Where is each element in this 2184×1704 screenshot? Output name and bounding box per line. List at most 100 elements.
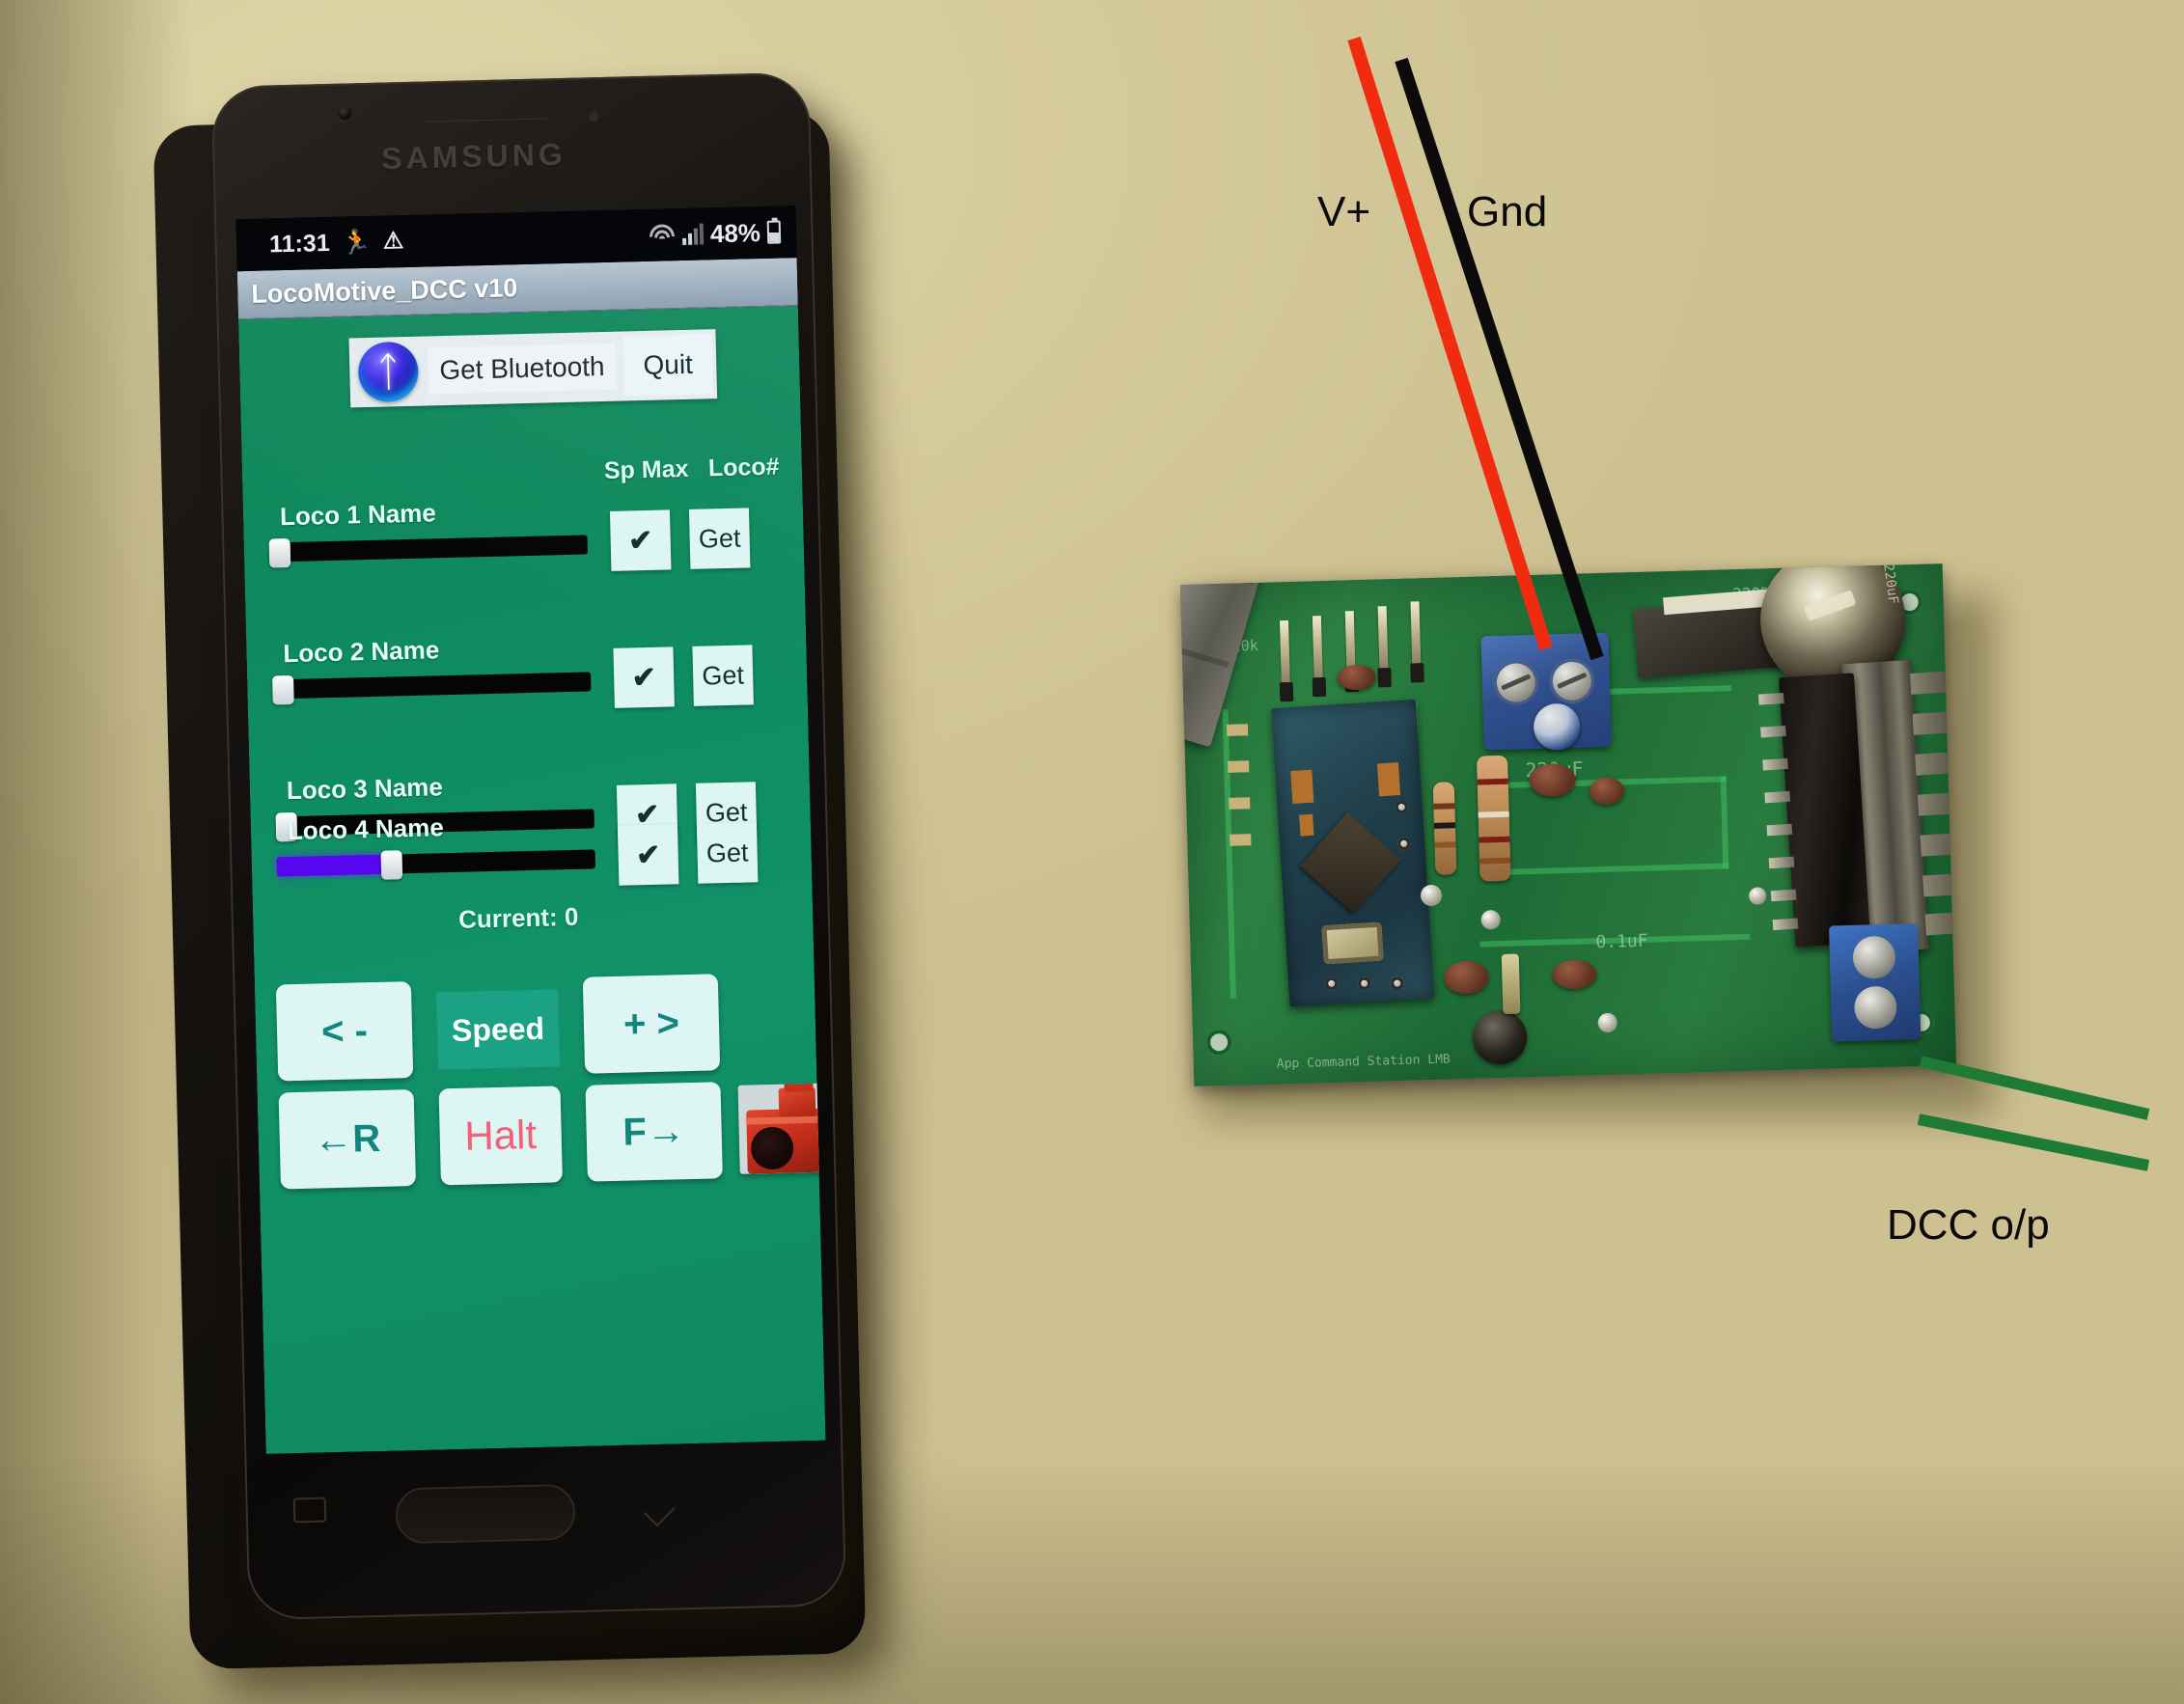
- app-content: ᛏ Get Bluetooth Quit Sp Max Loco# Loco 1…: [237, 306, 826, 1454]
- loco-1-label: Loco 1 Name: [279, 498, 437, 532]
- column-headers: Sp Max Loco#: [242, 453, 802, 484]
- loco-2-check-button[interactable]: ✔: [613, 646, 675, 708]
- resistor: [1432, 782, 1457, 875]
- header-pin: [1312, 616, 1323, 678]
- reverse-button[interactable]: ←R: [278, 1089, 416, 1190]
- solder-joint: [1420, 884, 1443, 907]
- pcb-substrate: 10k 220uF 0.1uF App Command Station LMB …: [1179, 563, 1957, 1086]
- home-button[interactable]: [395, 1483, 576, 1545]
- loco-row-2: Loco 2 Name ✔ Get: [246, 626, 806, 708]
- loco-4-speed-slider[interactable]: [276, 845, 596, 880]
- microcontroller-chip: [1300, 812, 1401, 914]
- header-block: [1377, 668, 1392, 688]
- solder-joint: [1597, 1012, 1618, 1033]
- halt-button[interactable]: Halt: [438, 1086, 563, 1186]
- bluetooth-toolbar: ᛏ Get Bluetooth Quit: [348, 329, 717, 408]
- solder-pad: [1230, 834, 1252, 846]
- header-block: [1410, 663, 1424, 683]
- dcc-output-terminal-block: [1829, 922, 1921, 1042]
- loco-4-check-button[interactable]: ✔: [617, 824, 679, 886]
- module-pin: [1357, 976, 1371, 991]
- loco-1-speed-slider[interactable]: [268, 531, 589, 568]
- slider-thumb[interactable]: [268, 538, 291, 568]
- phone-screen: 11:31 🏃 ⚠ 48% LocoMotive_DCC v10 ᛏ Get B…: [235, 206, 826, 1454]
- module-pin: [1396, 837, 1411, 851]
- ceramic-capacitor: [1551, 959, 1597, 990]
- speed-label-button[interactable]: Speed: [436, 989, 561, 1070]
- dcc-command-station-board: 10k 220uF 0.1uF App Command Station LMB …: [1179, 563, 1998, 1116]
- smd-component: [1299, 813, 1314, 837]
- slider-track: [272, 672, 592, 700]
- mounting-hole: [1205, 1029, 1232, 1056]
- locomotive-photo-icon[interactable]: [737, 1083, 826, 1174]
- phone-device: SAMSUNG 11:31 🏃 ⚠ 48% LocoMotive_DCC v10: [152, 58, 923, 1704]
- speed-decrease-button[interactable]: < -: [275, 981, 414, 1082]
- loco-4-label: Loco 4 Name: [287, 812, 445, 846]
- ceramic-capacitor: [1589, 777, 1625, 806]
- header-sp-max: Sp Max: [603, 454, 689, 485]
- forward-button[interactable]: F→: [585, 1082, 723, 1182]
- loco-1-get-button[interactable]: Get: [688, 508, 751, 569]
- phone-brand-logo: SAMSUNG: [380, 136, 567, 177]
- status-bar-left: 11:31 🏃 ⚠: [269, 228, 404, 259]
- solder-pad: [1226, 724, 1249, 736]
- module-pin: [1324, 976, 1339, 991]
- slider-fill: [276, 854, 392, 877]
- loco-2-speed-slider[interactable]: [272, 668, 592, 705]
- arduino-pro-mini-module: [1271, 699, 1435, 1007]
- resistor: [1476, 755, 1511, 882]
- terminal-screw-vplus: [1493, 659, 1539, 706]
- loco-row-1: Loco 1 Name ✔ Get: [243, 489, 803, 571]
- get-bluetooth-button[interactable]: Get Bluetooth: [427, 343, 618, 395]
- speed-increase-button[interactable]: + >: [582, 974, 721, 1074]
- control-pad-row-2: ←R Halt F→: [258, 1080, 826, 1201]
- control-pad: < - Speed + > ←R Halt F→: [255, 972, 826, 1201]
- smd-component: [1376, 762, 1401, 797]
- label-dcc-output: DCC o/p: [1887, 1201, 2050, 1249]
- silkscreen-01uf: 0.1uF: [1595, 930, 1648, 953]
- header-loco-number: Loco#: [707, 453, 780, 482]
- quit-button[interactable]: Quit: [622, 334, 713, 397]
- label-v-plus: V+: [1317, 188, 1371, 235]
- silkscreen-board-name: App Command Station LMB: [1276, 1052, 1451, 1072]
- header-block: [1279, 681, 1294, 702]
- header-pin: [1279, 620, 1290, 683]
- loco-3-label: Loco 3 Name: [286, 772, 444, 806]
- slider-thumb[interactable]: [272, 674, 294, 705]
- current-reading-label: Current: 0: [457, 901, 579, 934]
- ceramic-capacitor: [1529, 762, 1577, 798]
- recents-key[interactable]: [292, 1497, 327, 1524]
- loco-1-check-button[interactable]: ✔: [609, 509, 672, 571]
- status-clock: 11:31: [268, 229, 330, 258]
- pcb-trace: [1720, 776, 1729, 869]
- loco-4-get-button[interactable]: Get: [696, 822, 759, 884]
- module-pin: [1390, 976, 1404, 991]
- terminal-screw-gnd: [1549, 658, 1595, 704]
- loco-2-get-button[interactable]: Get: [692, 645, 754, 706]
- electrolytic-capacitor: [1472, 1009, 1528, 1065]
- solder-pad: [1228, 760, 1250, 773]
- ceramic-capacitor: [1443, 960, 1489, 995]
- crystal-oscillator: [1321, 921, 1384, 965]
- ceramic-capacitor: [1337, 664, 1376, 691]
- battery-percent-label: 48%: [709, 217, 761, 248]
- terminal-screw-dcc-b: [1853, 985, 1898, 1030]
- loco-row-3: Loco 3 Name ✔ Get: [250, 763, 810, 845]
- bluetooth-icon: ᛏ: [354, 341, 423, 403]
- solder-joint: [1480, 910, 1501, 930]
- warning-triangle-icon: ⚠: [382, 228, 404, 255]
- pcb-trace: [1222, 708, 1236, 999]
- loco-2-label: Loco 2 Name: [283, 635, 440, 669]
- header-pin: [1344, 611, 1356, 673]
- app-title: LocoMotive_DCC v10: [250, 273, 518, 309]
- header-pin: [1410, 601, 1422, 664]
- pcb-trace: [1606, 685, 1732, 695]
- smd-component: [1290, 769, 1314, 805]
- slider-thumb[interactable]: [380, 850, 403, 880]
- module-pin: [1395, 800, 1409, 814]
- wifi-icon: [649, 224, 677, 246]
- pcb-trace: [1507, 863, 1729, 875]
- header-block: [1312, 676, 1327, 698]
- solder-joint: [1748, 887, 1767, 905]
- label-gnd: Gnd: [1467, 188, 1548, 235]
